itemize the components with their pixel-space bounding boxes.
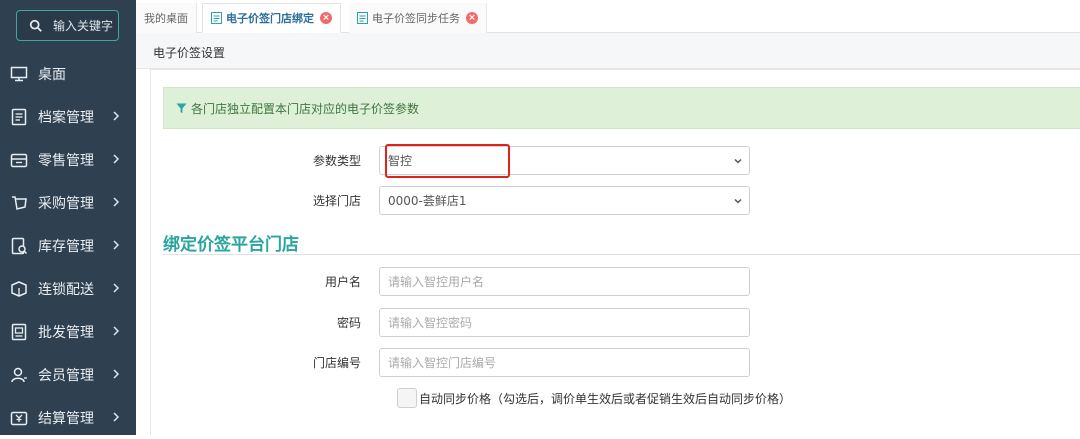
sidebar-item-archive[interactable]: 档案管理 (0, 95, 136, 138)
sidebar-item-label: 会员管理 (38, 367, 94, 384)
tab-my-desktop[interactable]: 我的桌面 (136, 3, 197, 33)
sidebar-item-retail[interactable]: 零售管理 (0, 138, 136, 181)
store-code-row: 门店编号 请输入智控门店编号 (259, 348, 750, 377)
tab-esl-sync-task[interactable]: 电子价签同步任务 × (349, 3, 487, 33)
password-input[interactable]: 请输入智控密码 (379, 308, 750, 337)
sidebar-item-label: 采购管理 (38, 195, 94, 212)
password-placeholder: 请输入智控密码 (388, 316, 473, 330)
store-label: 选择门店 (312, 194, 361, 208)
username-placeholder: 请输入智控用户名 (388, 275, 485, 289)
param-type-label: 参数类型 (312, 154, 361, 168)
tab-label: 电子价签门店绑定 (226, 12, 314, 25)
notice-text: 各门店独立配置本门店对应的电子价签参数 (191, 101, 420, 116)
chevron-right-icon (113, 369, 120, 379)
store-code-input[interactable]: 请输入智控门店编号 (379, 348, 750, 377)
sidebar-item-label: 桌面 (38, 66, 66, 83)
section-divider (163, 254, 1080, 255)
chevron-right-icon (113, 197, 120, 207)
store-select[interactable]: 0000-荟鲜店1 (379, 186, 750, 215)
breadcrumb-bar: 电子价签设置 (136, 33, 1080, 69)
username-row: 用户名 请输入智控用户名 (259, 267, 750, 296)
tab-esl-store-binding[interactable]: 电子价签门店绑定 × (202, 3, 341, 33)
sidebar-menu: 桌面 档案管理 零售管理 采购管理 库存管理 连锁配送 批发管理 会员管理 结算… (0, 52, 136, 439)
inventory-icon (11, 237, 28, 254)
archive-icon (11, 108, 27, 125)
tab-bar: 我的桌面 电子价签门店绑定 × 电子价签同步任务 × (136, 0, 1080, 33)
chevron-right-icon (113, 111, 120, 121)
sidebar-item-label: 零售管理 (38, 152, 94, 169)
settings-panel: 各门店独立配置本门店对应的电子价签参数 参数类型 智控 选择门店 0000-荟鲜… (150, 69, 1080, 435)
sidebar-item-inventory[interactable]: 库存管理 (0, 224, 136, 267)
purchase-icon (12, 195, 27, 210)
auto-sync-row: 自动同步价格（勾选后，调价单生效后或者促销生效后自动同步价格） (397, 388, 791, 408)
search-box[interactable]: 输入关键字 (16, 10, 119, 41)
sidebar-item-delivery[interactable]: 连锁配送 (0, 267, 136, 310)
highlight-box (385, 144, 510, 178)
member-icon (11, 367, 27, 382)
wholesale-icon (11, 323, 27, 340)
sidebar-item-wholesale[interactable]: 批发管理 (0, 310, 136, 353)
document-icon (357, 12, 368, 24)
notice-banner: 各门店独立配置本门店对应的电子价签参数 (163, 87, 1080, 129)
section-title: 绑定价签平台门店 (163, 235, 299, 255)
filter-icon (176, 102, 187, 113)
store-code-placeholder: 请输入智控门店编号 (388, 356, 497, 370)
store-code-label: 门店编号 (312, 356, 361, 370)
monitor-icon (10, 66, 28, 81)
search-placeholder: 输入关键字 (53, 19, 114, 33)
breadcrumb: 电子价签设置 (153, 46, 226, 60)
tab-label: 电子价签同步任务 (372, 12, 460, 25)
close-icon[interactable]: × (320, 12, 332, 24)
sidebar-item-label: 档案管理 (38, 109, 94, 126)
document-icon (211, 12, 222, 24)
settlement-icon (10, 411, 28, 425)
chevron-right-icon (113, 326, 120, 336)
tab-label: 我的桌面 (144, 12, 188, 25)
sidebar-item-purchase[interactable]: 采购管理 (0, 181, 136, 224)
store-row: 选择门店 0000-荟鲜店1 (259, 186, 750, 215)
sidebar-item-label: 连锁配送 (38, 281, 94, 298)
username-label: 用户名 (324, 275, 361, 289)
search-icon (29, 19, 42, 32)
sidebar-item-member[interactable]: 会员管理 (0, 353, 136, 396)
auto-sync-label: 自动同步价格（勾选后，调价单生效后或者促销生效后自动同步价格） (419, 391, 792, 406)
password-label: 密码 (336, 316, 361, 330)
username-input[interactable]: 请输入智控用户名 (379, 267, 750, 296)
chevron-right-icon (113, 412, 120, 422)
chevron-right-icon (113, 154, 120, 164)
sidebar-item-settlement[interactable]: 结算管理 (0, 396, 136, 439)
delivery-icon (11, 280, 27, 297)
sidebar-item-label: 结算管理 (38, 410, 94, 427)
sidebar-item-desktop[interactable]: 桌面 (0, 52, 136, 95)
sidebar-item-label: 批发管理 (38, 324, 94, 341)
sidebar-item-label: 库存管理 (38, 238, 94, 255)
sidebar: 输入关键字 桌面 档案管理 零售管理 采购管理 库存管理 连锁配送 批发管理 会… (0, 0, 136, 435)
chevron-right-icon (113, 283, 120, 293)
chevron-down-icon (734, 198, 742, 204)
close-icon[interactable]: × (466, 12, 478, 24)
retail-icon (10, 153, 28, 167)
chevron-right-icon (113, 240, 120, 250)
chevron-down-icon (734, 158, 742, 164)
auto-sync-checkbox[interactable] (397, 388, 417, 408)
store-value: 0000-荟鲜店1 (388, 194, 467, 208)
password-row: 密码 请输入智控密码 (259, 308, 750, 337)
